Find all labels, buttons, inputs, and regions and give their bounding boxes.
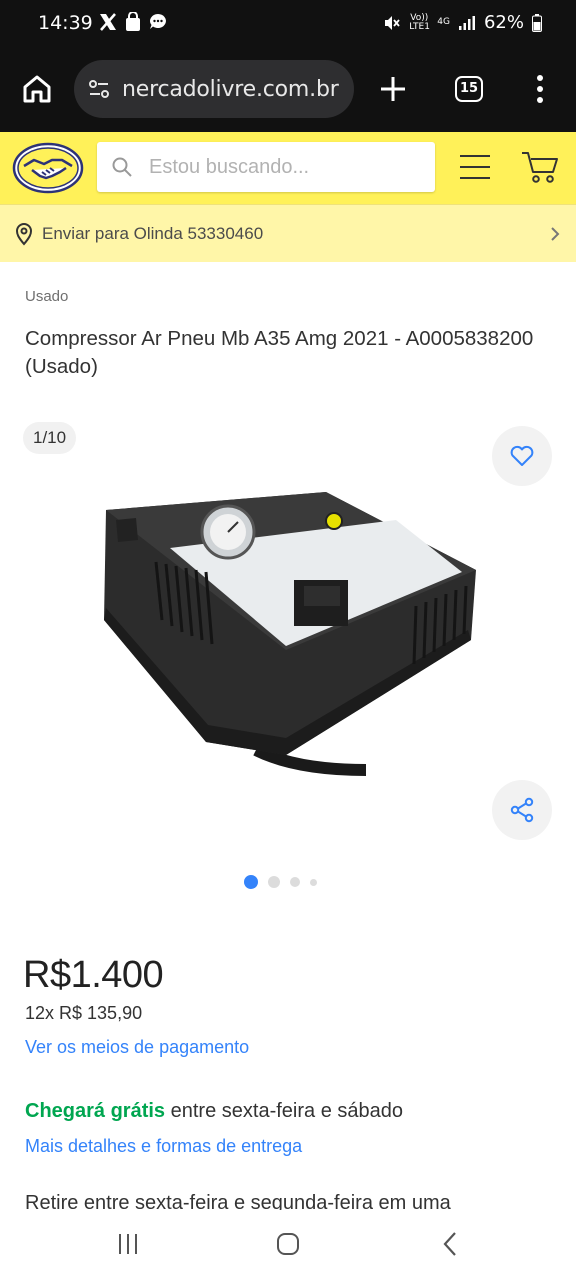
chevron-right-icon <box>551 227 560 241</box>
carousel-dots <box>244 875 317 889</box>
url-text: nercadolivre.com.br <box>122 76 339 102</box>
product-title: Compressor Ar Pneu Mb A35 Amg 2021 - A00… <box>25 327 534 378</box>
network-type: 4G <box>437 17 450 27</box>
notification-icons <box>98 12 168 32</box>
battery-percent: 62% <box>483 12 524 33</box>
url-bar[interactable]: nercadolivre.com.br <box>74 60 354 118</box>
more-options-icon[interactable] <box>528 72 552 106</box>
x-app-icon <box>100 13 116 31</box>
signal-icon <box>458 15 475 30</box>
share-icon <box>510 797 534 823</box>
chat-bubble-icon <box>150 14 166 29</box>
share-button[interactable] <box>492 780 552 840</box>
payment-methods-link[interactable]: Ver os meios de pagamento <box>25 1037 249 1058</box>
site-header <box>0 132 576 204</box>
pickup-info-clip: Retire entre sexta-feira e segunda-feira… <box>0 1186 576 1210</box>
status-bar: 14:39 Vo)) LTE1 4G 62% <box>0 0 576 48</box>
product-image[interactable] <box>96 480 486 780</box>
carousel-dot[interactable] <box>290 877 300 887</box>
battery-icon <box>532 13 542 32</box>
shopping-bag-icon <box>126 12 140 31</box>
carousel-dot[interactable] <box>310 878 317 886</box>
mercadolivre-logo-icon[interactable] <box>12 142 84 194</box>
price-value: 1.400 <box>70 954 164 996</box>
pickup-info: Retire entre sexta-feira e segunda-feira… <box>25 1192 451 1210</box>
image-counter: 1/10 <box>23 422 77 454</box>
search-icon <box>112 157 132 177</box>
status-time: 14:39 <box>38 12 93 34</box>
favorite-button[interactable] <box>492 426 552 486</box>
installments: 12x R$ 135,90 <box>25 1003 143 1023</box>
carousel-dot-active[interactable] <box>244 875 258 889</box>
volte-indicator: Vo)) LTE1 <box>409 12 430 32</box>
price: R$1.400 <box>23 954 164 997</box>
browser-toolbar: nercadolivre.com.br 15 <box>0 48 576 132</box>
site-settings-icon[interactable] <box>86 76 112 102</box>
status-indicators: Vo)) LTE1 4G 62% <box>383 12 542 33</box>
free-shipping-label: Chegará grátis <box>25 1100 166 1122</box>
back-icon[interactable] <box>440 1230 460 1258</box>
shipping-dates: entre sexta-feira e sábado <box>170 1100 403 1122</box>
delivery-details-link[interactable]: Mais detalhes e formas de entrega <box>25 1136 302 1157</box>
mute-icon <box>385 15 400 30</box>
tab-count-button[interactable]: 15 <box>455 76 483 102</box>
home-button-icon[interactable] <box>276 1232 300 1256</box>
recent-apps-icon[interactable] <box>116 1232 140 1256</box>
search-box[interactable] <box>97 142 435 192</box>
system-navigation-bar <box>0 1210 576 1280</box>
price-currency: R$ <box>23 954 71 996</box>
home-icon[interactable] <box>20 72 54 106</box>
search-input[interactable] <box>149 155 429 179</box>
delivery-location-text: Enviar para Olinda 53330460 <box>42 223 264 243</box>
product-condition: Usado <box>25 288 69 305</box>
delivery-location-bar[interactable]: Enviar para Olinda 53330460 <box>0 204 576 262</box>
carousel-dot[interactable] <box>268 876 280 888</box>
location-pin-icon <box>15 222 33 246</box>
shipping-info: Chegará grátis entre sexta-feira e sábad… <box>25 1100 403 1123</box>
heart-icon <box>510 445 534 466</box>
hamburger-menu-icon[interactable] <box>458 152 492 182</box>
new-tab-icon[interactable] <box>376 72 410 106</box>
cart-icon[interactable] <box>520 150 560 184</box>
